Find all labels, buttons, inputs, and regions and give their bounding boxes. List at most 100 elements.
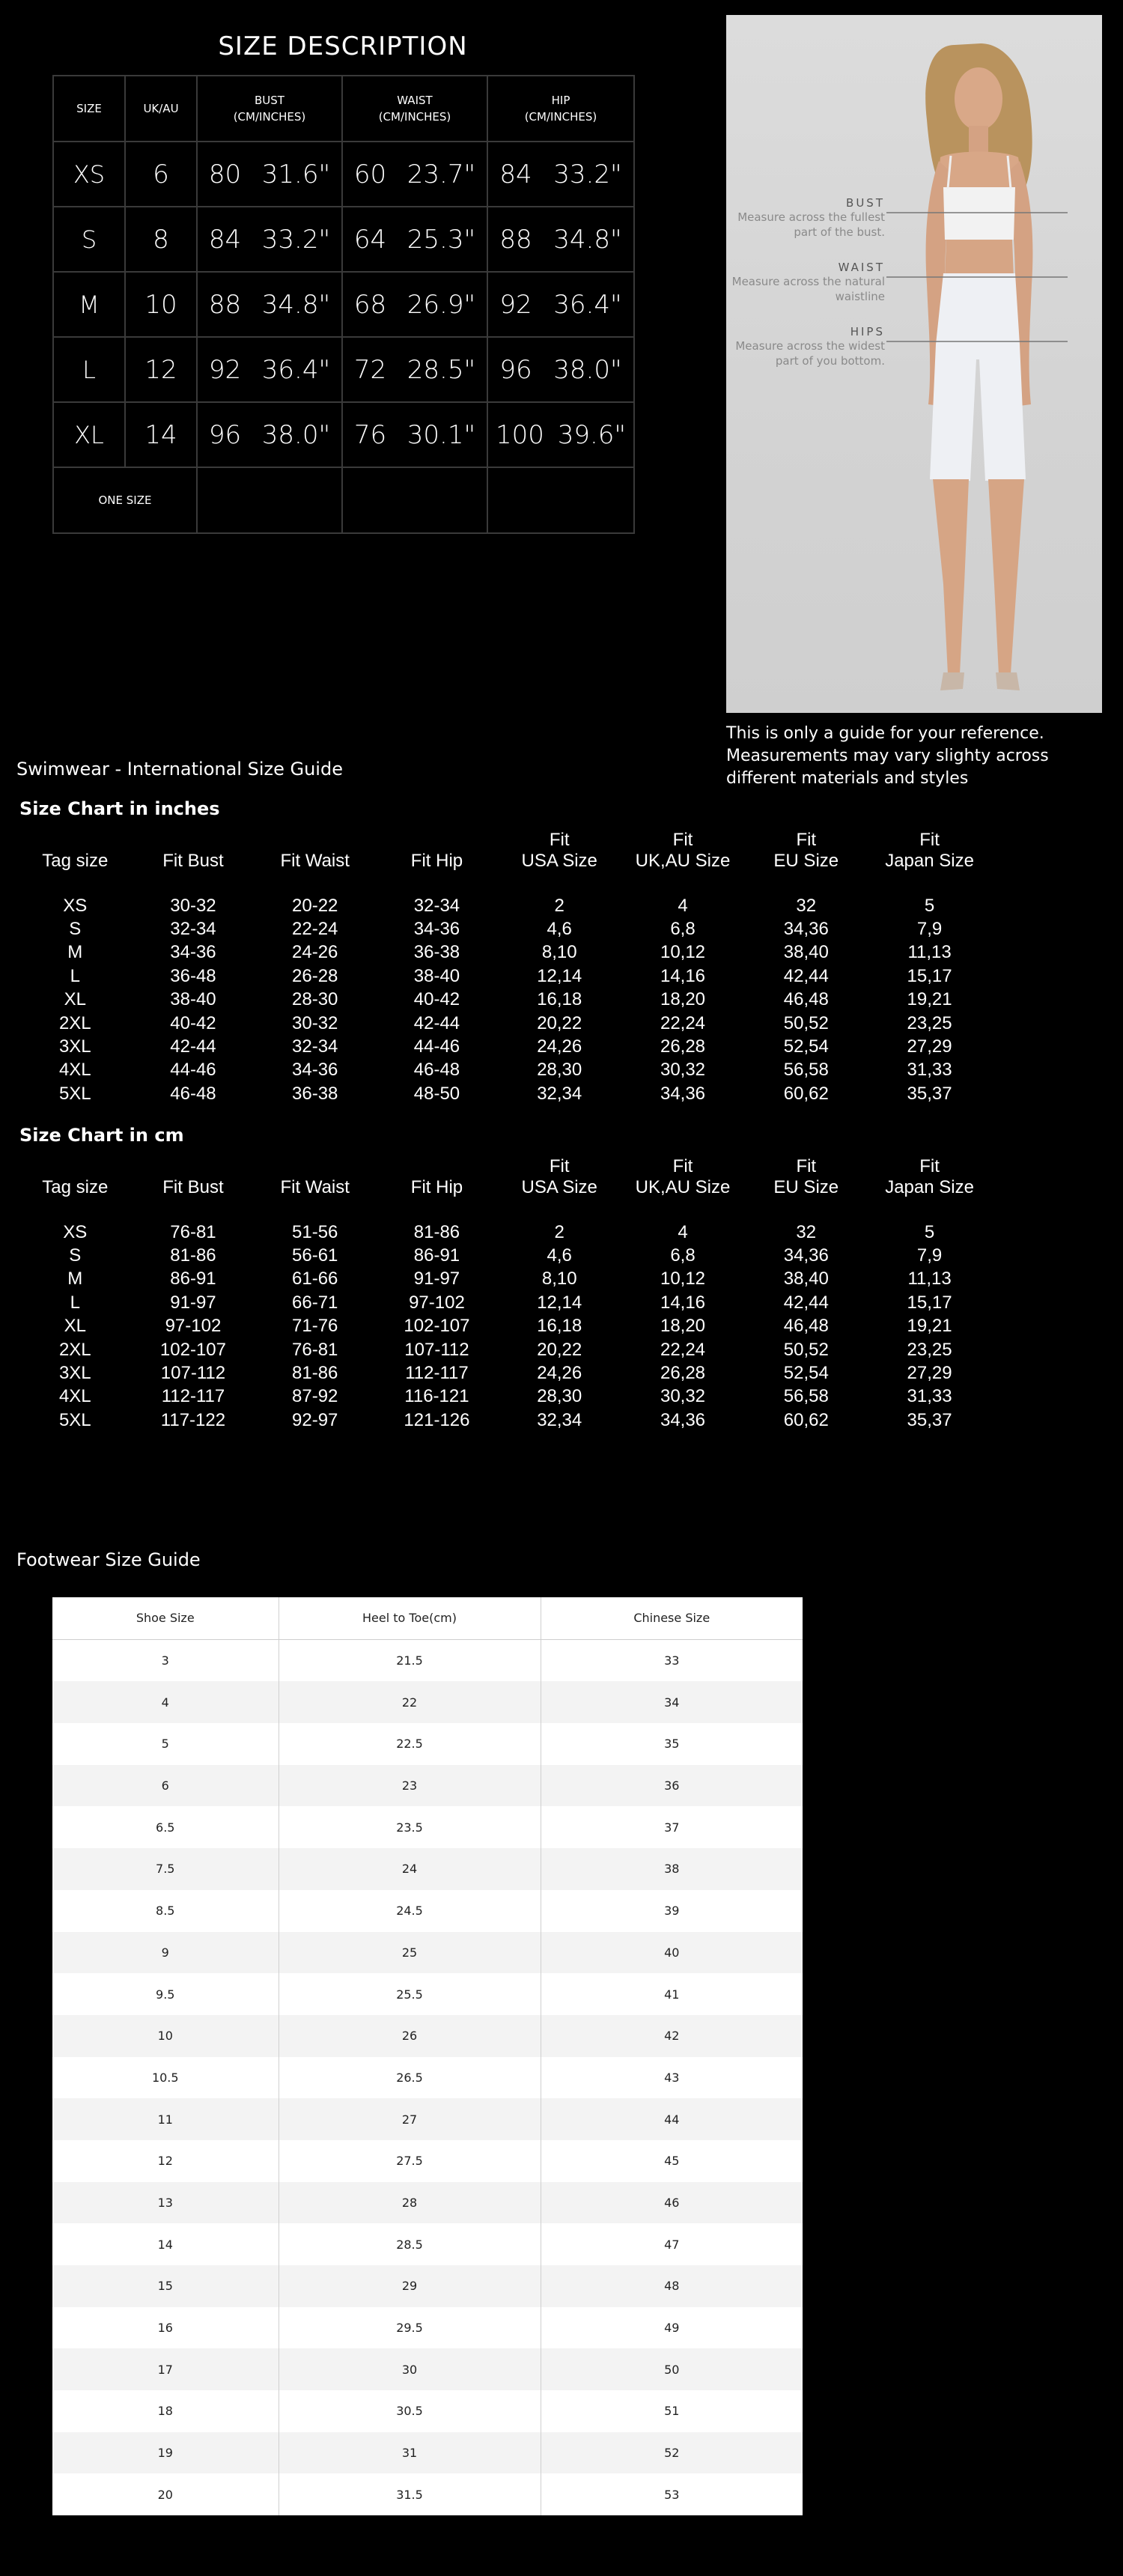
waist-inches-value: 28.5": [407, 354, 476, 385]
swim-cell: 8,10: [541, 942, 577, 963]
footwear-cell: 25.5: [279, 1973, 541, 2015]
footwear-cell: 29.5: [279, 2306, 541, 2349]
header-bust: BUST (CM/INCHES): [196, 75, 343, 142]
swim-row: 4XL 112-117 87-92 116-121 28,30 30,32 56,58 31,…: [18, 1385, 991, 1409]
swim-cell: L: [70, 1292, 80, 1313]
waist-cm-value: 68: [353, 289, 387, 320]
swim-cell: 52,54: [783, 1036, 829, 1057]
bust-cm-value: 80: [208, 159, 242, 189]
swim-cell: S: [69, 1245, 82, 1266]
footwear-cell: 33: [664, 1653, 680, 1668]
swim-cell: 31,33: [907, 1060, 952, 1081]
footwear-cell: 7.5: [52, 1848, 279, 1890]
footwear-title: Footwear Size Guide: [16, 1549, 201, 1570]
swim-row: XS 76-81 51-56 81-86 2 4 32 5: [18, 1221, 991, 1244]
footwear-row: 5 22.5 35: [52, 1723, 803, 1765]
swim-cell: 32-34: [292, 1036, 338, 1057]
hip-cm-value: 96: [499, 354, 532, 385]
bust-inches-value: 34.8": [261, 289, 331, 320]
hip-cm-value: 88: [499, 224, 532, 255]
swim-cell: 66-71: [292, 1292, 338, 1313]
footwear-row: 18 30.5 51: [52, 2390, 803, 2432]
swim-cell: 32,34: [537, 1409, 582, 1430]
swim-row: 3XL 42-44 32-34 44-46 24,26 26,28 52,54 27,29: [18, 1035, 991, 1058]
size-row: S 8 84 33.2" 64 25.3" 88 34.8": [52, 206, 635, 273]
footwear-cell: 22: [279, 1681, 541, 1724]
bust-cell: 96 38.0": [196, 401, 343, 468]
swim-cell: 12,14: [537, 965, 582, 986]
waist-cm-value: 72: [353, 354, 387, 385]
size-description-table: SIZE UK/AU BUST (CM/INCHES) WAIST (CM/INCH…: [52, 75, 635, 534]
swim-cell: 32,34: [537, 1083, 582, 1104]
footwear-cell: 40: [541, 1931, 803, 1974]
footwear-cell: 19: [52, 2431, 279, 2474]
waist-inches-value: 23.7": [407, 159, 476, 189]
hip-inches-value: 38.0": [553, 354, 622, 385]
bust-cell: 92 36.4": [196, 336, 343, 403]
size-row: M 10 88 34.8" 68 26.9" 92 36.4": [52, 271, 635, 338]
bust-cm-value: 88: [208, 289, 242, 320]
swim-row: 2XL 40-42 30-32 42-44 20,22 22,24 50,52 23,25: [18, 1012, 991, 1035]
swim-cell: 52,54: [783, 1363, 829, 1384]
swim-cell: 35,37: [907, 1409, 952, 1430]
swim-cell: 16,18: [537, 989, 582, 1010]
swim-cell: 48-50: [413, 1083, 460, 1104]
swim-cell: 34-36: [413, 919, 460, 940]
size-description-title: SIZE DESCRIPTION: [218, 31, 468, 61]
footwear-row: 10.5 26.5 43: [52, 2056, 803, 2099]
swim-header-cell: Tag size: [42, 851, 109, 871]
swim-cell: 23,25: [907, 1339, 952, 1360]
hips-guide: HIPS Measure across the widest part of y…: [735, 325, 885, 368]
bust-inches-value: 31.6": [261, 159, 331, 189]
swim-cell: 24-26: [292, 942, 338, 963]
model-measurement-photo: BUST Measure across the fullest part of …: [726, 15, 1102, 713]
swim-cell: 22,24: [660, 1012, 706, 1033]
fit-label: Fit: [672, 830, 693, 850]
swim-header-cell: Fit Bust: [162, 851, 224, 871]
swim-cell: 7,9: [916, 919, 943, 940]
swim-cell: 46,48: [783, 1316, 829, 1337]
swim-cell: 26,28: [660, 1363, 706, 1384]
footwear-row: 13 28 46: [52, 2181, 803, 2224]
swim-cell: 35,37: [907, 1083, 952, 1104]
swim-cell: 3XL: [58, 1036, 91, 1057]
swim-header-cell: Fit Bust: [162, 1177, 224, 1197]
swim-cell: 18,20: [660, 989, 706, 1010]
swim-cell: 2XL: [58, 1012, 91, 1033]
swim-cell: 91-97: [413, 1269, 460, 1289]
swim-cell: 50,52: [783, 1339, 829, 1360]
swim-cell: 34,36: [660, 1083, 706, 1104]
header-ukau: UK/AU: [124, 75, 198, 142]
swim-cell: XS: [63, 895, 88, 916]
footwear-row: 6.5 23.5 37: [52, 1806, 803, 1849]
hip-cell: 92 36.4": [487, 271, 635, 338]
waist-cm-value: 60: [353, 159, 387, 189]
swim-cell: 11,13: [907, 1269, 952, 1289]
swim-row: M 86-91 61-66 91-97 8,10 10,12 38,40 11,13: [18, 1268, 991, 1291]
footwear-cell: 11: [52, 2098, 279, 2140]
swim-header-cell: Fit Hip: [410, 851, 463, 871]
swim-cell: 11,13: [907, 942, 952, 963]
hip-inches-value: 34.8": [553, 224, 622, 255]
swim-cell: 44-46: [170, 1060, 216, 1081]
swim-header-cell: UK,AU Size: [635, 851, 731, 871]
waist-cell: 68 26.9": [341, 271, 488, 338]
swim-cell: M: [67, 1269, 83, 1289]
bust-inches-value: 33.2": [261, 224, 331, 255]
footwear-cell: 13: [52, 2181, 279, 2224]
footwear-cell: 9: [52, 1931, 279, 1974]
swim-cell: 14,16: [660, 965, 706, 986]
swim-cell: 30-32: [292, 1012, 338, 1033]
footwear-row: 14 28.5 47: [52, 2223, 803, 2265]
swim-header-cell: Tag size: [42, 1177, 109, 1197]
swim-cell: 38,40: [783, 1269, 829, 1289]
swim-cell: 112-117: [161, 1386, 225, 1407]
swim-row: M 34-36 24-26 36-38 8,10 10,12 38,40 11,13: [18, 941, 991, 965]
bust-cell: 88 34.8": [196, 271, 343, 338]
footwear-cell: 45: [664, 2154, 680, 2169]
swim-header-cell: USA Size: [521, 851, 597, 871]
swim-inches-table: Fit Fit Fit Fit Tag size Fit Bust Fit Wais…: [18, 816, 991, 1106]
swim-cell: 8,10: [541, 1269, 577, 1289]
swim-cell: 4,6: [547, 1245, 572, 1266]
swim-row: L 36-48 26-28 38-40 12,14 14,16 42,44 15,17: [18, 965, 991, 988]
